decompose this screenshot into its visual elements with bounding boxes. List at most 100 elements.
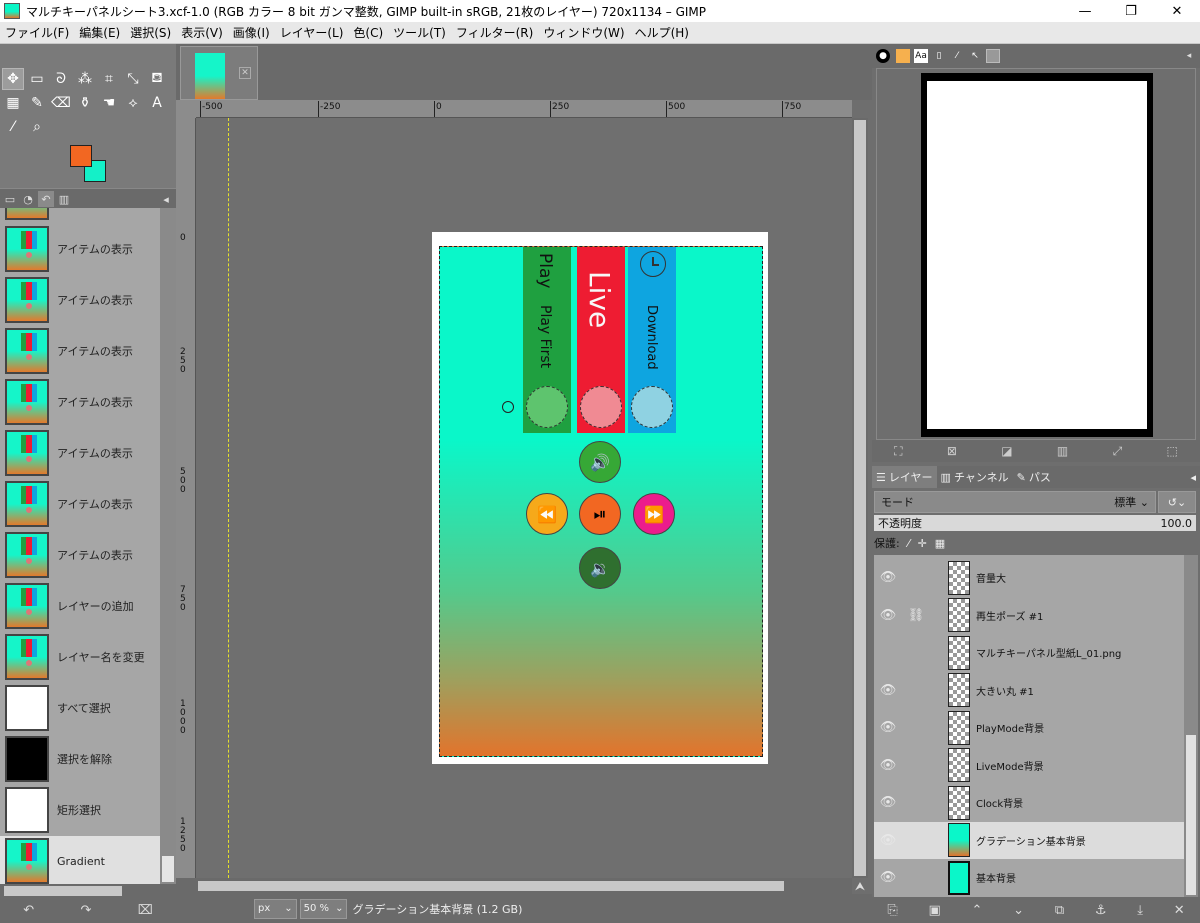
- visibility-eye-icon[interactable]: 👁: [876, 795, 900, 810]
- restore-button[interactable]: ❐: [1108, 0, 1154, 22]
- smudge-tool-icon[interactable]: ☚: [98, 92, 120, 114]
- link-chain-icon[interactable]: ⛓: [904, 608, 928, 623]
- history-item[interactable]: アイテムの表示: [0, 479, 160, 529]
- menu-tools[interactable]: ツール(T): [388, 24, 451, 41]
- tool-options-tab-icon[interactable]: ▭: [2, 191, 18, 207]
- menu-filters[interactable]: フィルター(R): [451, 24, 538, 41]
- lasso-tool-icon[interactable]: ᘐ: [50, 68, 72, 90]
- close-tab-icon[interactable]: ✕: [239, 67, 251, 79]
- history-item[interactable]: レイヤー名を変更: [0, 632, 160, 682]
- zoom-1-1-icon[interactable]: ⊠: [947, 444, 957, 458]
- paintbrush-tool-icon[interactable]: ✎: [26, 92, 48, 114]
- zoom-in-icon[interactable]: ▥: [1057, 444, 1068, 458]
- history-item[interactable]: アイテムの表示: [0, 428, 160, 478]
- fit-window-icon[interactable]: ⬚: [1166, 444, 1177, 458]
- menu-colors[interactable]: 色(C): [348, 24, 388, 41]
- move-tool-icon[interactable]: ✥: [2, 68, 24, 90]
- minimize-button[interactable]: —: [1062, 0, 1108, 22]
- history-item[interactable]: 矩形選択: [0, 785, 160, 835]
- lock-position-icon[interactable]: ✛: [918, 537, 927, 550]
- layer-row[interactable]: 👁 LiveMode背景: [874, 747, 1184, 784]
- undo-history-tab-icon[interactable]: ↶: [38, 191, 54, 207]
- images-tab-icon[interactable]: ▥: [56, 191, 72, 207]
- lock-alpha-icon[interactable]: ▦: [935, 537, 945, 550]
- clone-tool-icon[interactable]: ⚱: [74, 92, 96, 114]
- image-canvas[interactable]: Play Play First Live Download 🔊 ⏪ ⏯ ⏩ 🔉: [196, 118, 852, 878]
- new-layer-icon[interactable]: ⎘: [887, 903, 897, 918]
- tab-layers[interactable]: ☰ レイヤー: [872, 466, 937, 488]
- layers-scrollbar[interactable]: [1184, 555, 1198, 897]
- fonts-tab-icon[interactable]: Aa: [914, 49, 928, 63]
- navigate-icon[interactable]: ⮝: [852, 878, 868, 894]
- layer-row[interactable]: 👁 ⛓ 再生ポーズ #1: [874, 597, 1184, 634]
- visibility-eye-icon[interactable]: 👁: [876, 758, 900, 773]
- canvas-horizontal-scrollbar[interactable]: [196, 878, 852, 894]
- ruler-corner[interactable]: [176, 100, 196, 118]
- canvas-vertical-scrollbar[interactable]: [852, 118, 868, 878]
- history-item[interactable]: レイヤーの追加: [0, 581, 160, 631]
- clear-history-icon[interactable]: ⌧: [138, 903, 153, 918]
- undo-icon[interactable]: ↶: [23, 903, 34, 918]
- history-item[interactable]: アイテムの表示: [0, 224, 160, 274]
- duplicate-layer-icon[interactable]: ⧉: [1055, 903, 1064, 918]
- device-status-tab-icon[interactable]: ◔: [20, 191, 36, 207]
- zoom-select[interactable]: 50 % ⌄: [299, 898, 348, 919]
- quick-mask-toggle[interactable]: [176, 878, 196, 894]
- menu-image[interactable]: 画像(I): [228, 24, 275, 41]
- menu-windows[interactable]: ウィンドウ(W): [538, 24, 629, 41]
- brushes-tab-icon[interactable]: ●: [876, 49, 890, 63]
- visibility-eye-icon[interactable]: 👁: [876, 720, 900, 735]
- history-item[interactable]: アイテムの表示: [0, 377, 160, 427]
- layer-row[interactable]: 👁 音量大: [874, 559, 1184, 596]
- raise-layer-icon[interactable]: ⌃: [972, 903, 983, 918]
- history-horizontal-scrollbar[interactable]: [0, 884, 176, 898]
- navigation-tab-icon[interactable]: [986, 49, 1000, 63]
- eraser-tool-icon[interactable]: ⌫: [50, 92, 72, 114]
- foreground-color-swatch[interactable]: [70, 145, 92, 167]
- pointer-tab-icon[interactable]: ↖: [968, 49, 982, 63]
- history-item[interactable]: アイテムの表示: [0, 530, 160, 580]
- merge-layer-icon[interactable]: ⤓: [1137, 903, 1143, 918]
- layer-row[interactable]: 👁 大きい丸 #1: [874, 672, 1184, 709]
- dock-menu-icon[interactable]: ◂: [158, 191, 174, 207]
- menu-help[interactable]: ヘルプ(H): [630, 24, 694, 41]
- opacity-slider[interactable]: 不透明度 100.0: [874, 515, 1196, 531]
- history-item[interactable]: Gradient: [0, 836, 160, 884]
- zoom-tool-icon[interactable]: ⌕: [26, 116, 48, 138]
- history-scrollbar[interactable]: [160, 208, 176, 884]
- visibility-eye-icon[interactable]: 👁: [876, 570, 900, 585]
- menu-view[interactable]: 表示(V): [176, 24, 228, 41]
- color-picker-tool-icon[interactable]: ⁄: [2, 116, 24, 138]
- layer-row[interactable]: マルチキーパネル型紙L_01.png: [874, 634, 1184, 671]
- layer-row[interactable]: 👁 PlayMode背景: [874, 709, 1184, 746]
- tab-channels[interactable]: ▥ チャンネル: [937, 466, 1013, 488]
- menu-file[interactable]: ファイル(F): [0, 24, 74, 41]
- history-item[interactable]: すべて選択: [0, 683, 160, 733]
- unit-select[interactable]: px ⌄: [254, 898, 297, 919]
- zoom-out-icon[interactable]: ⛶: [894, 444, 902, 459]
- bucket-fill-tool-icon[interactable]: ⛾: [146, 68, 168, 90]
- lower-layer-icon[interactable]: ⌄: [1013, 903, 1024, 918]
- visibility-eye-icon[interactable]: 👁: [876, 833, 900, 848]
- layer-row[interactable]: 👁 Clock背景: [874, 784, 1184, 821]
- history-item[interactable]: 選択を解除: [0, 734, 160, 784]
- dock-menu-icon[interactable]: ◂: [1182, 49, 1196, 63]
- tab-paths[interactable]: ✎ パス: [1013, 466, 1055, 488]
- history-item[interactable]: アイテムの表示: [0, 326, 160, 376]
- fuzzy-select-tool-icon[interactable]: ⁂: [74, 68, 96, 90]
- rect-select-tool-icon[interactable]: ▭: [26, 68, 48, 90]
- redo-icon[interactable]: ↷: [80, 903, 91, 918]
- navigation-panel[interactable]: [876, 68, 1196, 440]
- new-layer-group-icon[interactable]: ▣: [929, 903, 941, 918]
- history-item[interactable]: [0, 208, 160, 222]
- patterns-tab-icon[interactable]: [896, 49, 910, 63]
- anchor-layer-icon[interactable]: ⚓: [1095, 903, 1107, 918]
- mode-reset-icon[interactable]: ↺⌄: [1158, 491, 1196, 513]
- transform-tool-icon[interactable]: ⤡: [122, 68, 144, 90]
- visibility-eye-icon[interactable]: 👁: [876, 870, 900, 885]
- visibility-eye-icon[interactable]: 👁: [876, 683, 900, 698]
- brush-tab-icon[interactable]: ⁄: [950, 49, 964, 63]
- mode-select[interactable]: モード 標準 ⌄: [874, 491, 1156, 513]
- document-history-tab-icon[interactable]: ▯: [932, 49, 946, 63]
- image-tab[interactable]: ✕: [180, 46, 258, 100]
